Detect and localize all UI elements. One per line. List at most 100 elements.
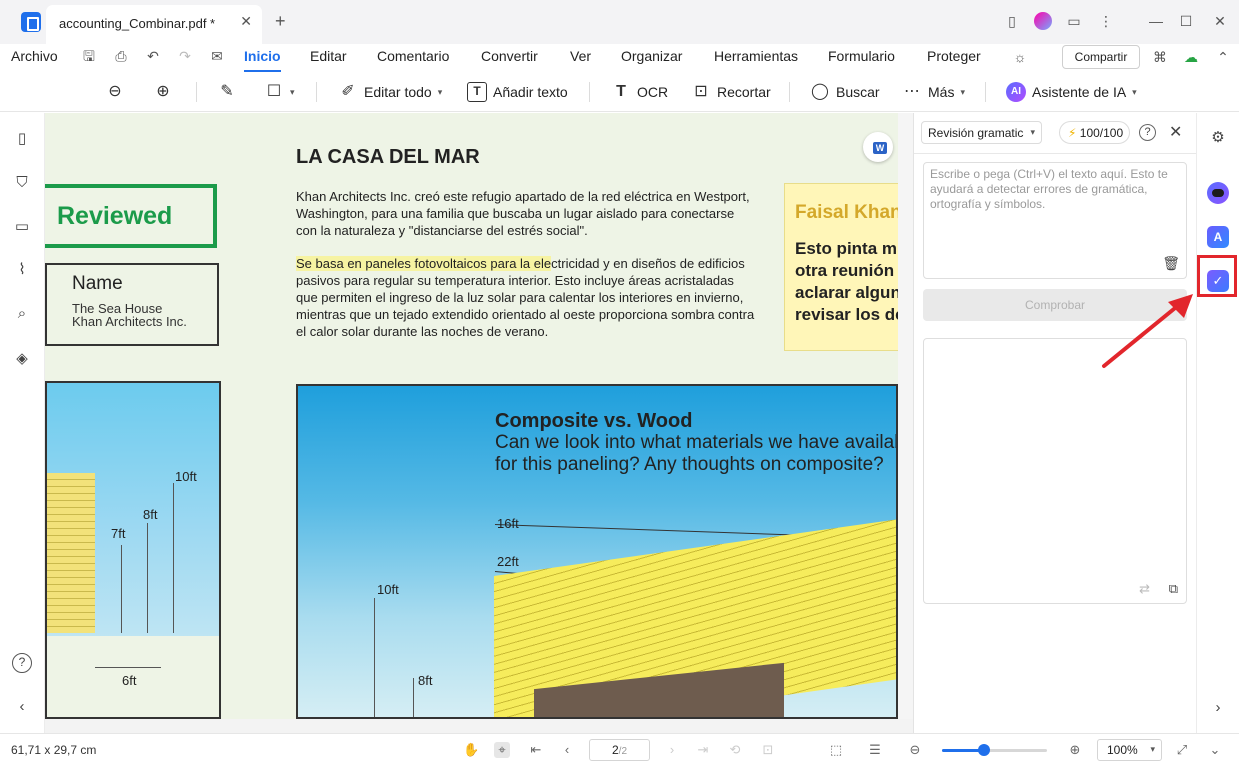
mode-select[interactable]: Revisión gramatical ▾: [921, 121, 1042, 144]
layers-icon[interactable]: ◈: [12, 349, 32, 369]
fit-page-icon[interactable]: ⊡: [760, 742, 776, 758]
collapse-ribbon-icon[interactable]: ⌃: [1214, 48, 1232, 66]
message-icon[interactable]: ▭: [1065, 12, 1083, 30]
menu-convertir[interactable]: Convertir: [481, 48, 538, 64]
pdf-page-left: Reviewed Name The Sea House Khan Archite…: [45, 113, 283, 719]
rotate-page-icon[interactable]: ⟲: [727, 742, 743, 758]
search-icon: ◯: [811, 83, 829, 100]
save-icon[interactable]: 🖫: [80, 47, 98, 65]
page-layout-icon[interactable]: ☰: [867, 742, 883, 758]
menu-ver[interactable]: Ver: [570, 48, 591, 64]
zoom-out-button[interactable]: ⊖: [105, 80, 125, 104]
shape-button[interactable]: ☐ ▾: [264, 80, 295, 104]
dimension-line: [121, 545, 122, 633]
zoom-in-button[interactable]: ⊕: [153, 80, 173, 104]
close-tab-icon[interactable]: ✕: [240, 13, 252, 30]
first-page-icon[interactable]: ⇤: [528, 742, 544, 758]
minimize-icon[interactable]: —: [1147, 12, 1165, 30]
vertical-scrollbar[interactable]: [898, 113, 913, 719]
undo-icon[interactable]: ↶: [144, 47, 162, 65]
ai-robot-icon[interactable]: [1207, 182, 1229, 204]
replace-icon[interactable]: ⇄: [1139, 581, 1150, 597]
avatar[interactable]: [1034, 12, 1052, 30]
menu-herramientas[interactable]: Herramientas: [714, 48, 798, 64]
maximize-icon[interactable]: ☐: [1177, 12, 1195, 30]
search-icon[interactable]: ⌕: [12, 304, 32, 324]
name-box[interactable]: Name The Sea House Khan Architects Inc.: [45, 263, 219, 346]
status-bar: 61,71 x 29,7 cm ✋ ⌖ ⇤ ‹ 2/2 › ⇥ ⟲ ⊡ ⬚ ☰ …: [0, 733, 1239, 765]
share-button[interactable]: Compartir: [1062, 45, 1140, 69]
bookmark-icon[interactable]: ⛉: [12, 173, 32, 193]
dimension-label: 8ft: [143, 507, 158, 522]
note-author: Faisal Khan: [795, 202, 901, 223]
collapse-left-icon[interactable]: ‹: [12, 697, 32, 717]
crop-label: Recortar: [717, 84, 771, 100]
zoom-level-select[interactable]: 100% ▾: [1097, 739, 1162, 761]
redo-icon[interactable]: ↷: [176, 47, 194, 65]
dimension-label: 10ft: [377, 582, 399, 597]
mail-icon[interactable]: ✉: [208, 47, 226, 65]
help-icon[interactable]: ?: [1139, 124, 1156, 141]
zoom-out-icon[interactable]: ⊖: [907, 742, 923, 758]
copy-icon[interactable]: ⧉: [1169, 581, 1178, 597]
document-tab[interactable]: accounting_Combinar.pdf * ✕: [46, 5, 262, 44]
more-vertical-icon[interactable]: ⋮: [1097, 12, 1115, 30]
menu-archivo[interactable]: Archivo: [11, 48, 58, 64]
notification-icon[interactable]: ▯: [1003, 12, 1021, 30]
properties-sliders-icon[interactable]: ⚙: [1207, 127, 1229, 149]
search-button[interactable]: ◯ Buscar: [810, 80, 880, 104]
edit-all-button[interactable]: ✐ Editar todo ▾: [338, 80, 442, 104]
close-panel-icon[interactable]: ✕: [1169, 122, 1182, 142]
grammar-input-field[interactable]: [924, 163, 1186, 258]
cloud-sync-icon[interactable]: ☁: [1182, 48, 1200, 66]
menu-organizar[interactable]: Organizar: [621, 48, 682, 64]
ocr-button[interactable]: T OCR: [611, 80, 668, 104]
highlighter-icon: ✎: [220, 83, 234, 100]
workflow-icon[interactable]: ⌘: [1151, 48, 1169, 66]
pen-edit-icon: ✐: [341, 83, 355, 100]
zoom-slider-thumb[interactable]: [978, 744, 990, 756]
close-window-icon[interactable]: ✕: [1211, 12, 1229, 30]
menu-editar[interactable]: Editar: [310, 48, 347, 64]
menu-formulario[interactable]: Formulario: [828, 48, 895, 64]
convert-to-word-button[interactable]: [863, 132, 893, 162]
expand-right-icon[interactable]: ›: [1207, 697, 1229, 719]
menu-proteger[interactable]: Proteger: [927, 48, 981, 64]
translate-icon[interactable]: A: [1207, 226, 1229, 248]
lightbulb-icon[interactable]: ☼: [1011, 48, 1029, 66]
attachment-icon[interactable]: ⌇: [12, 260, 32, 280]
document-canvas[interactable]: Reviewed Name The Sea House Khan Archite…: [45, 113, 913, 719]
horizontal-scrollbar[interactable]: [45, 719, 913, 733]
menu-inicio[interactable]: Inicio: [244, 48, 281, 64]
ai-assistant-button[interactable]: AI Asistente de IA ▾: [1006, 80, 1137, 104]
trash-icon[interactable]: 🗑: [1162, 255, 1180, 272]
comment-icon[interactable]: ▭: [12, 217, 32, 237]
scroll-down-icon[interactable]: ⌄: [1207, 742, 1223, 758]
ai-badge-icon: AI: [1006, 82, 1026, 102]
annotation-highlight-box: [1197, 255, 1237, 297]
hand-tool-icon[interactable]: ✋: [463, 742, 479, 758]
previous-page-icon[interactable]: ‹: [559, 742, 575, 758]
add-text-button[interactable]: T Añadir texto: [467, 80, 568, 104]
help-icon[interactable]: ?: [12, 653, 32, 673]
page-number-field[interactable]: 2/2: [589, 739, 650, 761]
last-page-icon[interactable]: ⇥: [695, 742, 711, 758]
menu-comentario[interactable]: Comentario: [377, 48, 449, 64]
sticky-note[interactable]: Faisal Khan Esto pinta muy bien otra reu…: [784, 183, 901, 351]
zoom-slider[interactable]: [942, 744, 1047, 756]
page-thumbnail-icon[interactable]: ▯: [12, 129, 32, 149]
select-tool-icon[interactable]: ⌖: [494, 742, 510, 758]
text-highlight[interactable]: Se basa en paneles fotovoltaicos para la…: [296, 256, 552, 271]
pdf-page-right: LA CASA DEL MAR Khan Architects Inc. cre…: [283, 113, 901, 719]
reviewed-stamp[interactable]: Reviewed: [45, 184, 217, 248]
more-button[interactable]: ⋯ Más ▾: [902, 80, 965, 104]
credits-badge: ⚡ 100/100: [1059, 121, 1130, 144]
next-page-icon[interactable]: ›: [664, 742, 680, 758]
zoom-in-icon[interactable]: ⊕: [1067, 742, 1083, 758]
fullscreen-icon[interactable]: ⤢: [1174, 742, 1190, 758]
highlight-button[interactable]: ✎: [217, 80, 237, 104]
new-tab-icon[interactable]: +: [275, 11, 286, 32]
selection-mode-icon[interactable]: ⬚: [828, 742, 844, 758]
print-icon[interactable]: ⎙: [112, 47, 130, 65]
crop-button[interactable]: ⊡ Recortar: [691, 80, 771, 104]
